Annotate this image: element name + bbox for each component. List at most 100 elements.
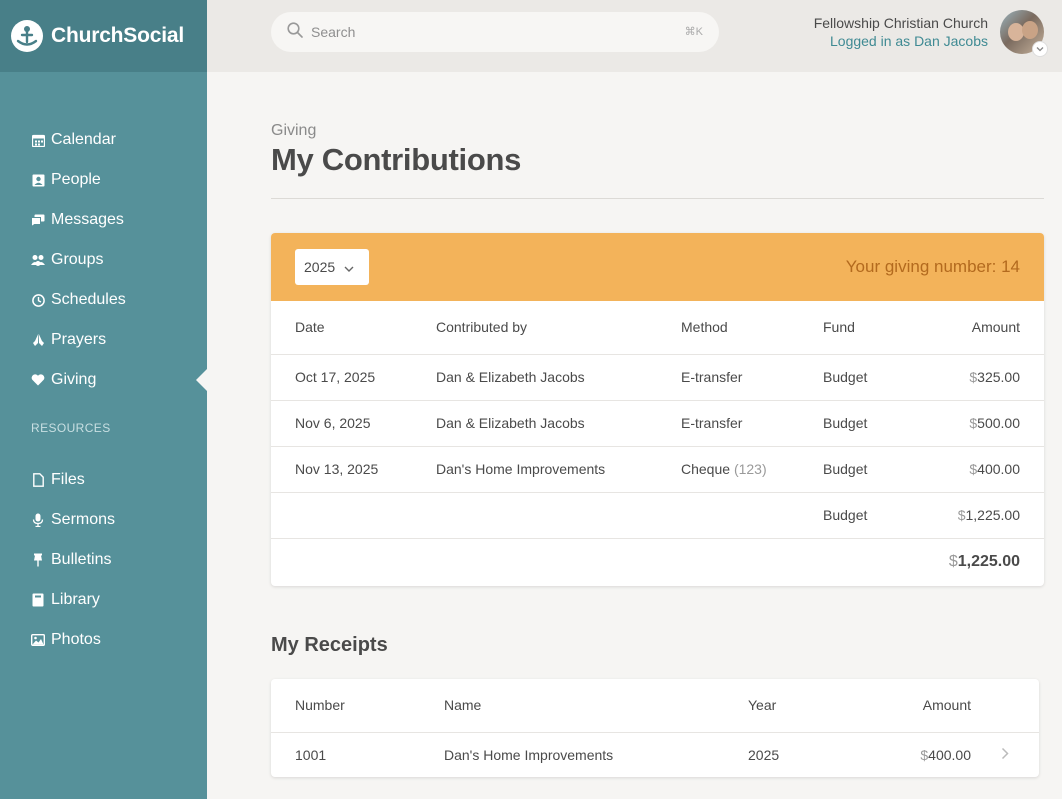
contributions-table: Date Contributed by Method Fund Amount O… <box>271 301 1044 586</box>
sidebar-item-people[interactable]: People <box>0 160 207 200</box>
sidebar-item-giving[interactable]: Giving <box>0 360 207 400</box>
receipt-row[interactable]: 1001 Dan's Home Improvements 2025 $400.0… <box>271 732 1039 777</box>
open-receipt[interactable] <box>971 732 1039 777</box>
cell-amount: $500.00 <box>923 400 1044 447</box>
column-header-amount: Amount <box>923 301 1044 355</box>
giving-number: Your giving number: 14 <box>845 257 1020 276</box>
cell-name: Dan's Home Improvements <box>444 746 614 763</box>
cell-date: Nov 13, 2025 <box>271 446 436 493</box>
chevron-down-icon <box>344 259 354 275</box>
sidebar-item-label: Giving <box>51 371 97 388</box>
page-title: My Contributions <box>271 142 522 177</box>
table-header-row: Number Name Year Amount <box>271 679 1039 733</box>
sidebar-item-label: Library <box>51 591 100 608</box>
sidebar-item-photos[interactable]: Photos <box>0 620 207 660</box>
empty-cell <box>681 492 823 539</box>
currency-symbol: $ <box>920 746 929 763</box>
cell-contributed-by: Dan & Elizabeth Jacobs <box>436 354 681 401</box>
cell-method: Cheque (123) <box>681 446 823 493</box>
search-shortcut-hint: ⌘K <box>684 26 703 38</box>
person-card-icon <box>31 173 45 187</box>
cell-amount: $400.00 <box>923 446 1044 493</box>
cell-amount: $325.00 <box>923 354 1044 401</box>
sidebar-item-label: People <box>51 171 101 188</box>
amount-value: 400.00 <box>928 746 971 763</box>
column-header-date: Date <box>271 301 436 355</box>
microphone-icon <box>31 513 45 527</box>
currency-symbol: $ <box>969 369 978 385</box>
year-select-value: 2025 <box>304 259 336 275</box>
praying-hands-icon <box>31 333 45 347</box>
sidebar-item-label: Prayers <box>51 331 107 348</box>
cell-date: Oct 17, 2025 <box>271 354 436 401</box>
sidebar-item-label: Files <box>51 471 85 488</box>
avatar-face <box>1022 21 1038 39</box>
sidebar: ChurchSocial Calendar People Messages Gr… <box>0 0 207 799</box>
amount-value: 400.00 <box>977 461 1020 477</box>
receipts-table: Number Name Year Amount 1001 Dan's Home … <box>271 679 1039 777</box>
grand-total-row: $1,225.00 <box>271 538 1044 586</box>
sidebar-item-files[interactable]: Files <box>0 460 207 500</box>
currency-symbol: $ <box>969 461 978 477</box>
logo[interactable]: ChurchSocial <box>0 0 207 72</box>
resources-heading: RESOURCES <box>31 421 111 435</box>
church-name: Fellowship Christian Church <box>813 15 988 31</box>
logged-in-user-link[interactable]: Logged in as Dan Jacobs <box>814 32 988 51</box>
currency-symbol: $ <box>957 507 966 523</box>
pin-icon <box>31 553 45 567</box>
book-icon <box>31 593 45 607</box>
empty-cell <box>436 492 681 539</box>
subtotal-fund: Budget <box>823 492 923 539</box>
subtotal-amount: $1,225.00 <box>923 492 1044 539</box>
column-header-method: Method <box>681 301 823 355</box>
year-select[interactable]: 2025 <box>295 249 369 285</box>
table-row: Nov 6, 2025 Dan & Elizabeth Jacobs E-tra… <box>271 400 1044 447</box>
sidebar-item-label: Messages <box>51 211 124 228</box>
app-name: ChurchSocial <box>51 24 184 47</box>
main-content: Giving My Contributions 2025 Your giving… <box>271 72 1044 777</box>
clock-icon <box>31 293 45 307</box>
main-nav: Calendar People Messages Groups Schedule… <box>0 120 207 400</box>
file-icon <box>31 473 45 487</box>
search-input[interactable] <box>311 24 651 40</box>
sidebar-item-schedules[interactable]: Schedules <box>0 280 207 320</box>
contributions-card: 2025 Your giving number: 14 Date Contrib… <box>271 233 1044 586</box>
column-header-action <box>971 679 1039 733</box>
top-bar: ⌘K Fellowship Christian Church Logged in… <box>207 0 1062 72</box>
groups-icon <box>31 253 45 267</box>
sidebar-item-messages[interactable]: Messages <box>0 200 207 240</box>
currency-symbol: $ <box>948 553 958 571</box>
church-logo-icon <box>11 20 43 52</box>
image-icon <box>31 633 45 647</box>
cell-year: 2025 <box>748 746 780 763</box>
sidebar-item-groups[interactable]: Groups <box>0 240 207 280</box>
search-bar[interactable]: ⌘K <box>271 12 719 52</box>
amount-value: 500.00 <box>977 415 1020 431</box>
column-header-name: Name <box>444 679 748 733</box>
table-row: Nov 13, 2025 Dan's Home Improvements Che… <box>271 446 1044 493</box>
breadcrumb[interactable]: Giving <box>271 122 1044 140</box>
sidebar-item-sermons[interactable]: Sermons <box>0 500 207 540</box>
amount-value: 1,225.00 <box>965 507 1021 523</box>
sidebar-item-library[interactable]: Library <box>0 580 207 620</box>
sidebar-item-label: Photos <box>51 631 101 648</box>
column-header-fund: Fund <box>823 301 923 355</box>
currency-symbol: $ <box>969 415 978 431</box>
column-header-contributed-by: Contributed by <box>436 301 681 355</box>
sidebar-item-prayers[interactable]: Prayers <box>0 320 207 360</box>
sidebar-item-bulletins[interactable]: Bulletins <box>0 540 207 580</box>
grand-total-amount: 1,225.00 <box>957 553 1020 571</box>
grand-total: $1,225.00 <box>271 538 1044 586</box>
sidebar-item-calendar[interactable]: Calendar <box>0 120 207 160</box>
heart-icon <box>31 373 45 387</box>
method-name: E-transfer <box>681 415 743 431</box>
sidebar-item-label: Schedules <box>51 291 126 308</box>
cell-fund: Budget <box>823 354 923 401</box>
column-header-year: Year <box>748 679 868 733</box>
account-menu-chevron-icon[interactable] <box>1032 41 1048 57</box>
cell-contributed-by: Dan's Home Improvements <box>436 446 681 493</box>
cell-number: 1001 <box>295 746 327 763</box>
receipts-title: My Receipts <box>271 634 388 656</box>
cell-fund: Budget <box>823 446 923 493</box>
divider <box>271 198 1044 199</box>
